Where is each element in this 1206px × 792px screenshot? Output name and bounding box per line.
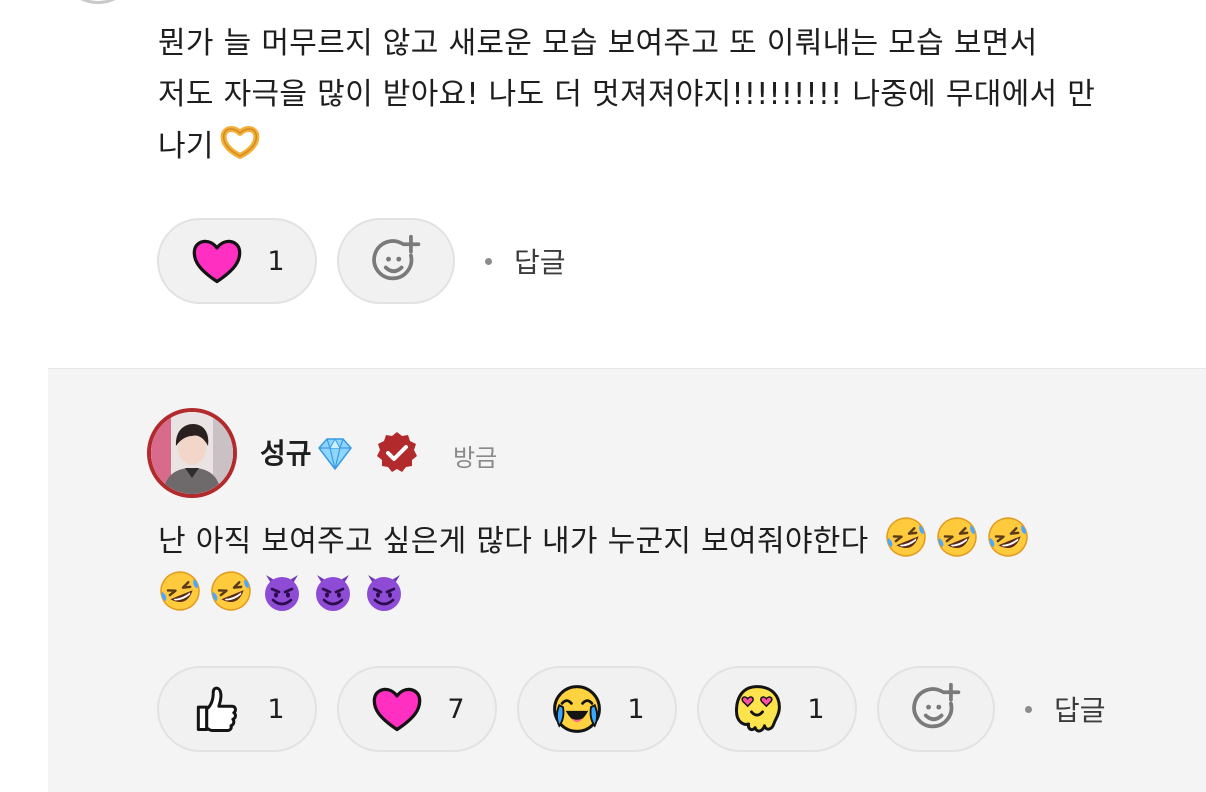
heart-hands-emoji <box>218 120 262 164</box>
previous-comment-avatar[interactable] <box>58 0 138 4</box>
reply-button[interactable]: 답글 <box>1054 689 1106 729</box>
reply-reactions: 1 7 1 1 답글 <box>157 665 1106 753</box>
previous-comment-reactions: 1 답글 <box>157 217 566 305</box>
reaction-crying-button[interactable]: 1 <box>517 666 677 752</box>
avatar[interactable] <box>147 408 237 498</box>
reaction-count: 7 <box>447 693 465 725</box>
reaction-count: 1 <box>267 693 285 725</box>
rofl-emoji <box>209 569 253 613</box>
add-reaction-button[interactable] <box>337 218 455 304</box>
reply-text-content: 난 아직 보여주고 싶은게 많다 내가 누군지 보여줘야한다 <box>158 524 869 559</box>
reaction-count: 1 <box>807 693 825 725</box>
previous-comment-text: 뭔가 늘 머무르지 않고 새로운 모습 보여주고 또 이뤄내는 모습 보면서 저… <box>158 18 1168 172</box>
rofl-emoji <box>986 515 1030 559</box>
rofl-emoji <box>158 569 202 613</box>
previous-comment: 뭔가 늘 머무르지 않고 새로운 모습 보여주고 또 이뤄내는 모습 보면서 저… <box>0 0 1206 368</box>
comment-line: 뭔가 늘 머무르지 않고 새로운 모습 보여주고 또 이뤄내는 모습 보면서 <box>158 26 1038 61</box>
smiling-devil-emoji <box>260 569 304 613</box>
smiling-devil-emoji <box>362 569 406 613</box>
pink-heart-emoji <box>189 233 245 289</box>
reaction-heart-button[interactable]: 7 <box>337 666 497 752</box>
smile-plus-icon <box>368 233 424 289</box>
author-name[interactable]: 성규 <box>260 432 312 472</box>
reaction-count: 1 <box>267 245 285 277</box>
add-reaction-button[interactable] <box>877 666 995 752</box>
smiling-devil-emoji <box>311 569 355 613</box>
reaction-heart-button[interactable]: 1 <box>157 218 317 304</box>
reaction-count: 1 <box>627 693 645 725</box>
smile-plus-icon <box>908 681 964 737</box>
comment-line: 저도 자극을 많이 받아요! 나도 더 멋져져야지!!!!!!!!! 나중에 무… <box>158 77 1096 112</box>
reaction-heart-eyes-button[interactable]: 1 <box>697 666 857 752</box>
comment-line: 나기 <box>158 129 214 164</box>
gem-icon <box>318 437 352 470</box>
rofl-emoji <box>935 515 979 559</box>
thumbs-up-emoji <box>189 681 245 737</box>
rofl-emoji <box>884 515 928 559</box>
timestamp: 방금 <box>453 444 498 472</box>
verified-check-icon <box>377 432 417 472</box>
reply-text: 난 아직 보여주고 싶은게 많다 내가 누군지 보여줘야한다 <box>158 515 1168 623</box>
reaction-thumbs-up-button[interactable]: 1 <box>157 666 317 752</box>
separator-dot <box>1025 705 1032 713</box>
separator-dot <box>485 257 492 265</box>
heart-eyes-blob-emoji <box>729 681 785 737</box>
pink-heart-emoji <box>369 681 425 737</box>
crying-face-emoji <box>549 681 605 737</box>
reply-button[interactable]: 답글 <box>514 241 566 281</box>
